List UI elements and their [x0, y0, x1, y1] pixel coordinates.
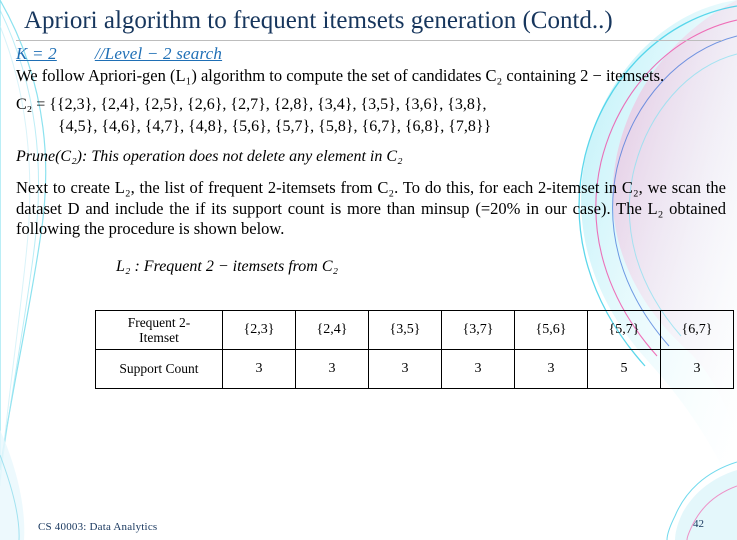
itemset-cell: {2,4} — [295, 310, 369, 350]
table-caption: L₂ : Frequent 2 − itemsets from C₂ — [116, 257, 339, 275]
support-count-cell: 3 — [368, 349, 442, 389]
l2-description: Next to create L₂, the list of frequent … — [16, 178, 726, 238]
footer-course-label: CS 40003: Data Analytics — [38, 521, 158, 533]
level-line: K = 2 //Level − 2 search — [16, 44, 726, 64]
k-comment: //Level − 2 search — [94, 44, 223, 63]
itemset-cell: {5,6} — [514, 310, 588, 350]
row-header-support-count: Support Count — [95, 349, 223, 389]
support-count-cell: 3 — [295, 349, 369, 389]
support-count-cell: 3 — [441, 349, 515, 389]
frequent-itemset-table: Frequent 2- Itemset {2,3} {2,4} {3,5} {3… — [95, 310, 734, 389]
candidate-set-equation: C₂ = {{2,3}, {2,4}, {2,5}, {2,6}, {2,7},… — [16, 94, 726, 138]
support-count-cell: 5 — [587, 349, 661, 389]
row-header-itemset-line1: Frequent 2- — [127, 315, 191, 330]
candidate-set-line-1: C₂ = {{2,3}, {2,4}, {2,5}, {2,6}, {2,7},… — [16, 96, 487, 113]
support-count-cell: 3 — [514, 349, 588, 389]
row-header-itemset-line2: Itemset — [139, 330, 179, 345]
itemset-cell: {3,7} — [441, 310, 515, 350]
slide-body: K = 2 //Level − 2 search We follow Aprior… — [16, 44, 726, 284]
row-header-itemset: Frequent 2- Itemset — [95, 310, 223, 350]
itemset-cell: {3,5} — [368, 310, 442, 350]
k-assignment: K = 2 — [16, 44, 57, 63]
itemset-cell: {6,7} — [660, 310, 734, 350]
candidate-set-line-2: {4,5}, {4,6}, {4,7}, {4,8}, {5,6}, {5,7}… — [58, 118, 492, 135]
table-row-itemsets: Frequent 2- Itemset {2,3} {2,4} {3,5} {3… — [95, 310, 734, 350]
frequent-itemset-table-wrapper: Frequent 2- Itemset {2,3} {2,4} {3,5} {3… — [95, 310, 734, 389]
support-count-cell: 3 — [222, 349, 296, 389]
table-row-support: Support Count 3 3 3 3 3 5 3 — [95, 349, 734, 389]
apriori-gen-text: We follow Apriori-gen (L₁) algorithm to … — [16, 66, 665, 85]
itemset-cell: {2,3} — [222, 310, 296, 350]
prune-statement: Prune(C₂): This operation does not delet… — [16, 148, 403, 165]
title-divider — [16, 40, 722, 41]
slide-title: Apriori algorithm to frequent itemsets g… — [24, 7, 613, 34]
itemset-cell: {5,7} — [587, 310, 661, 350]
footer-page-number: 42 — [693, 518, 704, 530]
support-count-cell: 3 — [660, 349, 734, 389]
